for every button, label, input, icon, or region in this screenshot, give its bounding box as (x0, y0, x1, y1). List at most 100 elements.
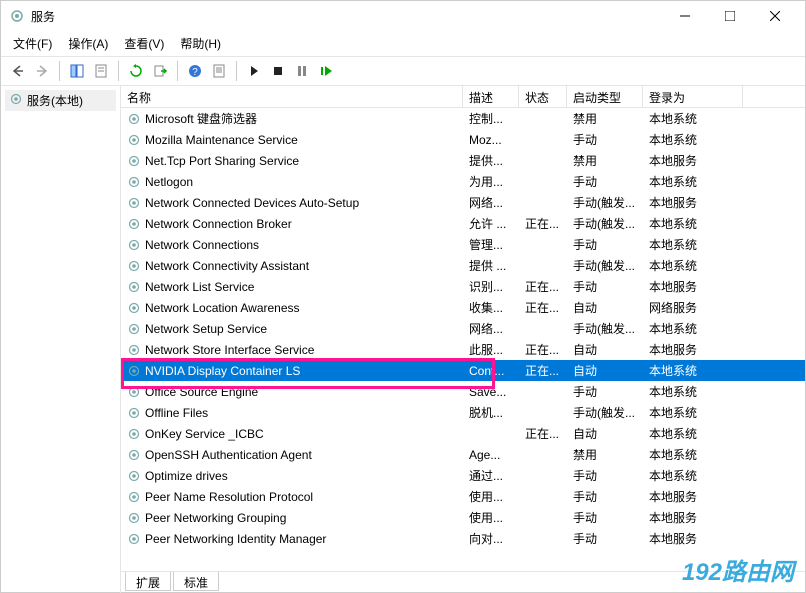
service-row[interactable]: Net.Tcp Port Sharing Service提供...禁用本地服务 (121, 150, 805, 171)
column-header-logon[interactable]: 登录为 (643, 86, 743, 107)
service-status: 正在... (519, 341, 567, 358)
back-button[interactable] (7, 60, 29, 82)
service-startup: 手动 (567, 530, 643, 547)
service-description: Cont... (463, 364, 519, 378)
service-name: Network Setup Service (145, 322, 267, 336)
service-row[interactable]: Peer Networking Grouping使用...手动本地服务 (121, 507, 805, 528)
service-logon: 本地系统 (643, 173, 743, 190)
service-status: 正在... (519, 215, 567, 232)
service-logon: 本地系统 (643, 236, 743, 253)
service-logon: 本地系统 (643, 425, 743, 442)
tree-root-services-local[interactable]: 服务(本地) (5, 90, 116, 111)
service-row[interactable]: Network Location Awareness收集...正在...自动网络… (121, 297, 805, 318)
close-button[interactable] (752, 2, 797, 30)
service-row[interactable]: Network Connections管理...手动本地系统 (121, 234, 805, 255)
service-row[interactable]: Microsoft 键盘筛选器控制...禁用本地系统 (121, 108, 805, 129)
help-button[interactable]: ? (184, 60, 206, 82)
service-row[interactable]: Office Source EngineSave...手动本地系统 (121, 381, 805, 402)
menu-help[interactable]: 帮助(H) (174, 33, 227, 54)
service-name: Office Source Engine (145, 385, 258, 399)
service-row[interactable]: OpenSSH Authentication AgentAge...禁用本地系统 (121, 444, 805, 465)
service-startup: 手动(触发... (567, 404, 643, 421)
tab-standard[interactable]: 标准 (173, 572, 219, 591)
service-name: NVIDIA Display Container LS (145, 364, 300, 378)
tree-root-label: 服务(本地) (27, 92, 83, 109)
service-description: 收集... (463, 299, 519, 316)
forward-button[interactable] (31, 60, 53, 82)
menubar: 文件(F) 操作(A) 查看(V) 帮助(H) (1, 31, 805, 57)
maximize-button[interactable] (707, 2, 752, 30)
column-header-startup[interactable]: 启动类型 (567, 86, 643, 107)
service-logon: 本地服务 (643, 194, 743, 211)
service-startup: 禁用 (567, 152, 643, 169)
toolbar-separator (177, 61, 178, 81)
service-name: Network Store Interface Service (145, 343, 314, 357)
service-startup: 手动(触发... (567, 320, 643, 337)
service-status: 正在... (519, 278, 567, 295)
service-row[interactable]: Netlogon为用...手动本地系统 (121, 171, 805, 192)
minimize-button[interactable] (662, 2, 707, 30)
service-name: Network List Service (145, 280, 254, 294)
service-row[interactable]: Optimize drives通过...手动本地系统 (121, 465, 805, 486)
gear-icon (127, 532, 141, 546)
menu-view[interactable]: 查看(V) (118, 33, 170, 54)
menu-file[interactable]: 文件(F) (7, 33, 58, 54)
service-row[interactable]: Peer Name Resolution Protocol使用...手动本地服务 (121, 486, 805, 507)
service-startup: 自动 (567, 341, 643, 358)
service-logon: 网络服务 (643, 299, 743, 316)
export-button[interactable] (149, 60, 171, 82)
service-row[interactable]: Mozilla Maintenance ServiceMoz...手动本地系统 (121, 129, 805, 150)
gear-icon (127, 427, 141, 441)
service-row[interactable]: Network Connectivity Assistant提供 ...手动(触… (121, 255, 805, 276)
service-row[interactable]: Network Connection Broker允许 ...正在...手动(触… (121, 213, 805, 234)
service-logon: 本地系统 (643, 257, 743, 274)
column-header-name[interactable]: 名称 (121, 86, 463, 107)
service-startup: 手动(触发... (567, 257, 643, 274)
service-row[interactable]: Peer Networking Identity Manager向对...手动本… (121, 528, 805, 549)
service-logon: 本地系统 (643, 320, 743, 337)
service-logon: 本地系统 (643, 383, 743, 400)
service-row[interactable]: OnKey Service _ICBC正在...自动本地系统 (121, 423, 805, 444)
menu-action[interactable]: 操作(A) (62, 33, 114, 54)
start-service-button[interactable] (243, 60, 265, 82)
service-row[interactable]: Network List Service识别...正在...手动本地服务 (121, 276, 805, 297)
service-description: 允许 ... (463, 215, 519, 232)
service-name: Network Connection Broker (145, 217, 292, 231)
service-name: Microsoft 键盘筛选器 (145, 110, 257, 127)
service-startup: 手动 (567, 173, 643, 190)
toolbar-separator (236, 61, 237, 81)
service-description: 控制... (463, 110, 519, 127)
service-description: 使用... (463, 509, 519, 526)
service-name: Network Connectivity Assistant (145, 259, 309, 273)
gear-icon (127, 385, 141, 399)
service-list[interactable]: Microsoft 键盘筛选器控制...禁用本地系统Mozilla Mainte… (121, 108, 805, 571)
svg-text:?: ? (192, 67, 198, 78)
gear-icon (127, 259, 141, 273)
properties-button[interactable] (90, 60, 112, 82)
service-row[interactable]: NVIDIA Display Container LSCont...正在...自… (121, 360, 805, 381)
column-header-status[interactable]: 状态 (519, 86, 567, 107)
service-row[interactable]: Network Connected Devices Auto-Setup网络..… (121, 192, 805, 213)
pause-service-button[interactable] (291, 60, 313, 82)
service-name: OnKey Service _ICBC (145, 427, 264, 441)
stop-service-button[interactable] (267, 60, 289, 82)
gear-icon (127, 511, 141, 525)
service-row[interactable]: Offline Files脱机...手动(触发...本地系统 (121, 402, 805, 423)
gear-icon (127, 301, 141, 315)
properties-sheet-button[interactable] (208, 60, 230, 82)
window-title: 服务 (31, 8, 662, 25)
service-startup: 自动 (567, 299, 643, 316)
tab-extended[interactable]: 扩展 (125, 572, 171, 591)
column-header-description[interactable]: 描述 (463, 86, 519, 107)
service-row[interactable]: Network Setup Service网络...手动(触发...本地系统 (121, 318, 805, 339)
titlebar: 服务 (1, 1, 805, 31)
gear-icon (9, 92, 23, 109)
service-description: 识别... (463, 278, 519, 295)
restart-service-button[interactable] (315, 60, 337, 82)
toolbar-separator (118, 61, 119, 81)
service-startup: 手动 (567, 131, 643, 148)
service-row[interactable]: Network Store Interface Service此服...正在..… (121, 339, 805, 360)
refresh-button[interactable] (125, 60, 147, 82)
show-hide-tree-button[interactable] (66, 60, 88, 82)
gear-icon (127, 280, 141, 294)
